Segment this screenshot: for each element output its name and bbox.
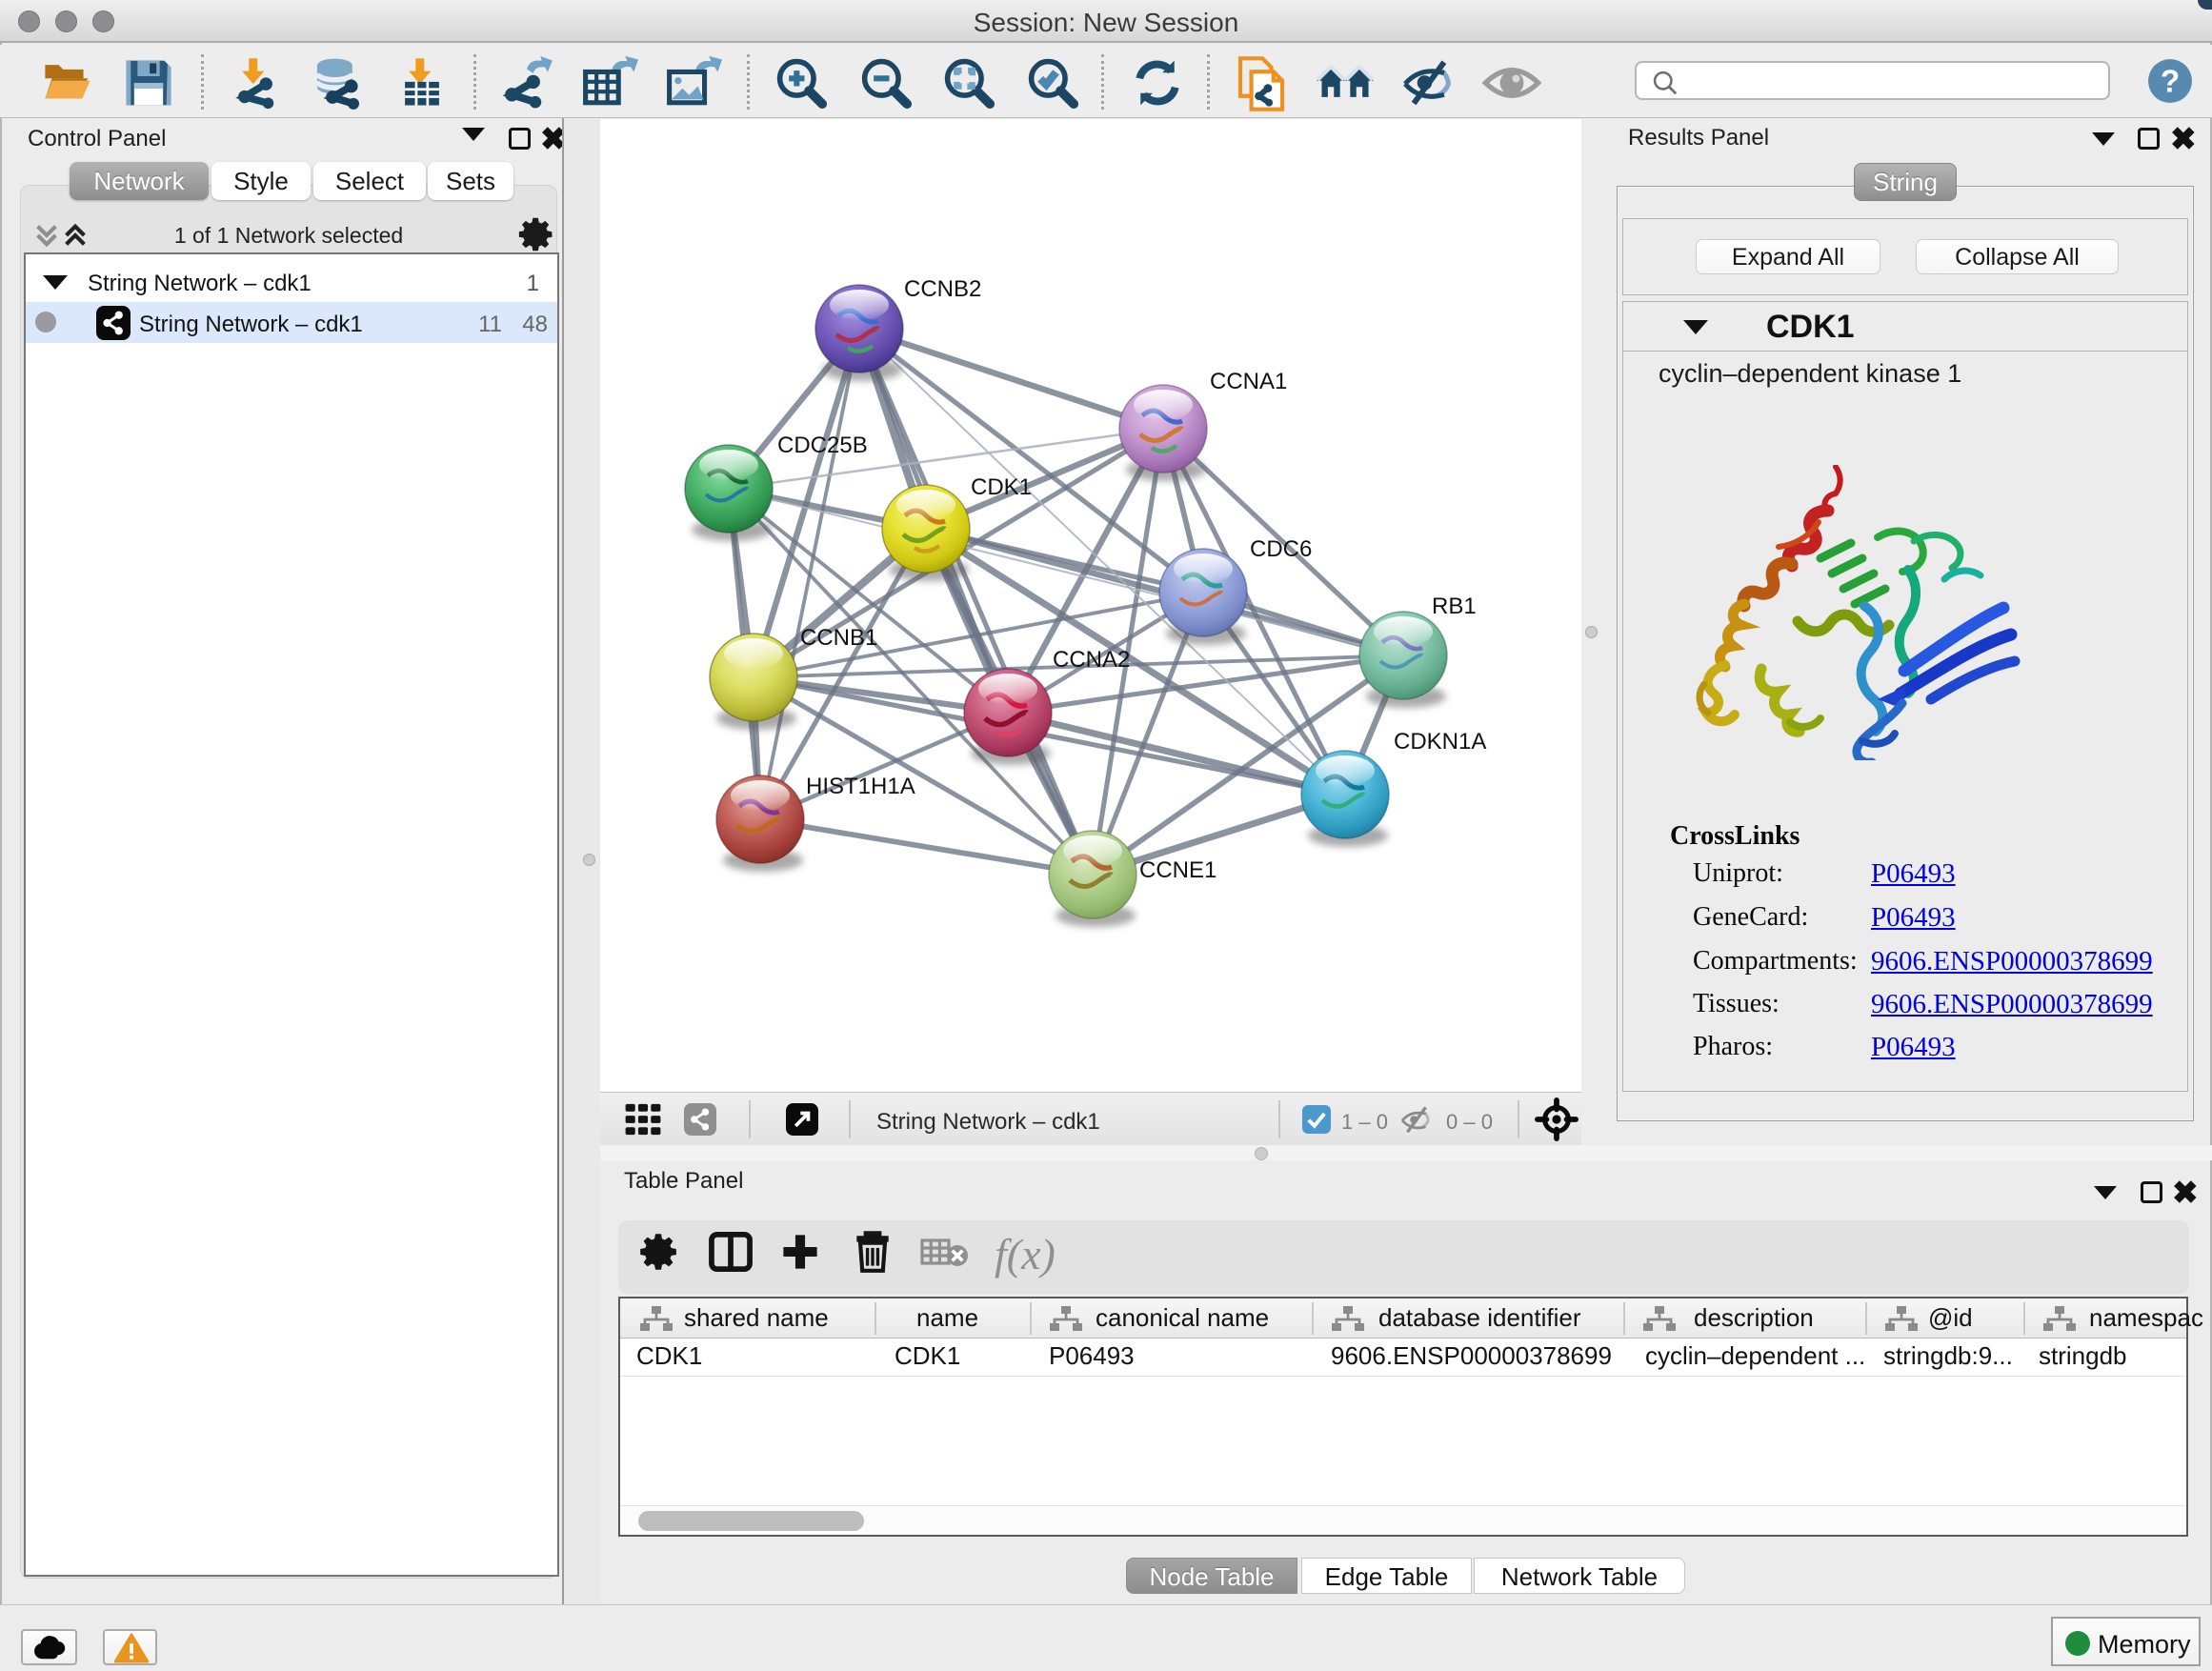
svg-text:HIST1H1A: HIST1H1A <box>806 774 915 799</box>
svg-text:CDKN1A: CDKN1A <box>1394 729 1486 755</box>
svg-text:CCNB2: CCNB2 <box>904 276 981 302</box>
svg-text:CCNE1: CCNE1 <box>1139 857 1217 883</box>
svg-text:CCNA2: CCNA2 <box>1053 647 1130 673</box>
svg-text:CDC25B: CDC25B <box>777 433 868 458</box>
svg-text:CDK1: CDK1 <box>971 474 1032 500</box>
svg-text:CDC6: CDC6 <box>1250 536 1312 562</box>
svg-text:CCNA1: CCNA1 <box>1210 369 1287 394</box>
svg-text:RB1: RB1 <box>1432 594 1477 619</box>
svg-text:?: ? <box>2161 64 2180 99</box>
svg-text:CCNB1: CCNB1 <box>800 625 877 651</box>
